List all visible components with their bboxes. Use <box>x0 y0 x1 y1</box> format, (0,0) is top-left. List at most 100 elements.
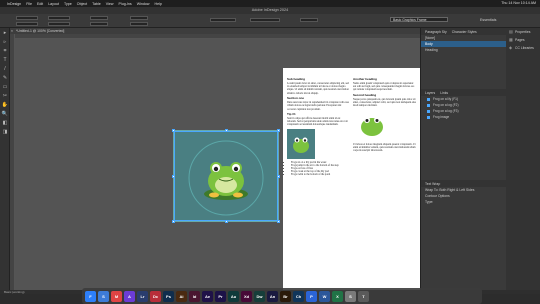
pages-panel-button[interactable]: ▦ Pages <box>506 36 540 44</box>
document-page[interactable]: Sub heading Lorem ipsum dolor sit amet, … <box>283 68 420 290</box>
resize-handle-bottom-right[interactable] <box>277 220 280 223</box>
dock-app-icon[interactable]: Ps <box>163 290 174 302</box>
layers-list: Frog on a lily (F1) Frog on a log (F2) Fro… <box>421 96 506 120</box>
subheading: Sub heading <box>287 77 305 81</box>
dock-app-icon[interactable]: Br <box>280 290 291 302</box>
tab-layers[interactable]: Layers <box>425 91 435 95</box>
layer-color-swatch <box>427 109 430 113</box>
menu-item-view[interactable]: View <box>106 2 114 6</box>
object-style-field[interactable]: Basic Graphics Frame <box>390 17 448 22</box>
contour-type-label[interactable]: Type: <box>421 199 506 205</box>
dock-app-icon[interactable]: S <box>345 290 356 302</box>
menu-item-help[interactable]: Help <box>154 2 161 6</box>
tool-icon-2[interactable]: ⌗ <box>0 46 10 55</box>
dock-app-icon[interactable]: A <box>124 290 135 302</box>
w-field[interactable] <box>48 16 70 20</box>
status-text: Basic (working) <box>4 290 25 294</box>
resize-handle-bottom-left[interactable] <box>172 220 175 223</box>
cc-libraries-panel-button[interactable]: ◈ CC Libraries <box>506 44 540 52</box>
inline-frog-figure-2 <box>353 109 416 141</box>
resize-handle-right[interactable] <box>277 175 280 178</box>
layer-label: Frog image <box>433 115 450 119</box>
dock-app-icon[interactable]: Lr <box>137 290 148 302</box>
y-field[interactable] <box>16 22 38 26</box>
layer-color-swatch <box>427 97 430 101</box>
text-wrap-title[interactable]: Text Wrap <box>425 182 440 186</box>
resize-handle-bottom[interactable] <box>225 220 228 223</box>
bullet-list: Frogs sit on a lily pad in the waterFrog… <box>287 161 349 177</box>
tool-icon-5[interactable]: ✎ <box>0 73 10 82</box>
tool-icon-9[interactable]: 🔍 <box>0 109 10 118</box>
tab-character-styles[interactable]: Character Styles <box>452 30 477 34</box>
dock-app-icon[interactable]: M <box>111 290 122 302</box>
menu-item-plugins[interactable]: Plug-Ins <box>119 2 132 6</box>
heading: Another heading <box>353 77 377 81</box>
dock-app-icon[interactable]: W <box>319 290 330 302</box>
tool-icon-7[interactable]: ✂ <box>0 91 10 100</box>
properties-icon: ▤ <box>509 29 513 34</box>
dock-app-icon[interactable]: F <box>85 290 96 302</box>
rotate-field[interactable] <box>130 16 148 20</box>
shear-field[interactable] <box>130 22 148 26</box>
dock-app-icon[interactable]: Dc <box>150 290 161 302</box>
selection-bounding-box <box>174 131 278 221</box>
frog-image[interactable] <box>353 109 391 140</box>
menu-item-file[interactable]: File <box>26 2 32 6</box>
resize-handle-top-right[interactable] <box>277 129 280 132</box>
menu-item-layout[interactable]: Layout <box>48 2 59 6</box>
resize-handle-top[interactable] <box>225 129 228 132</box>
frog-artwork[interactable] <box>172 129 280 223</box>
stroke-weight-field[interactable] <box>210 18 236 22</box>
tools-panel: ▸ ▹ ⌗ T / ✎ ▭ ✂ ✋ 🔍 ◧ ◨ <box>0 28 10 290</box>
scale-y-field[interactable] <box>90 22 108 26</box>
stroke-type-field[interactable] <box>250 18 280 22</box>
text-column-left[interactable]: Sub heading Lorem ipsum dolor sit amet, … <box>287 76 349 177</box>
dock-app-icon[interactable]: Ae <box>202 290 213 302</box>
tool-icon-4[interactable]: / <box>0 64 10 73</box>
dock-app-icon[interactable]: S <box>98 290 109 302</box>
dock-app-icon[interactable]: P <box>306 290 317 302</box>
properties-label: Properties <box>515 30 531 34</box>
dock-app-icon[interactable]: An <box>267 290 278 302</box>
tool-icon-3[interactable]: T <box>0 55 10 64</box>
x-field[interactable] <box>16 16 38 20</box>
text-column-right[interactable]: Another heading Nemo enim ipsam voluptat… <box>353 76 416 153</box>
inline-frog-figure <box>287 128 349 159</box>
menu-item-type[interactable]: Type <box>64 2 72 6</box>
resize-handle-top-left[interactable] <box>172 129 175 132</box>
workspace-switcher[interactable]: Essentials <box>480 18 496 22</box>
dock-app-icon[interactable]: Dw <box>254 290 265 302</box>
tab-links[interactable]: Links <box>440 91 448 95</box>
layers-panel-tabs: Layers Links <box>421 89 506 96</box>
right-panel-dock: Paragraph Sty Character Styles [None] Bo… <box>420 28 506 290</box>
menu-item-table[interactable]: Table <box>92 2 101 6</box>
scale-x-field[interactable] <box>90 16 108 20</box>
dock-app-icon[interactable]: T <box>358 290 369 302</box>
dock-app-icon[interactable]: Au <box>228 290 239 302</box>
resize-handle-left[interactable] <box>172 175 175 178</box>
menu-item-object[interactable]: Object <box>77 2 87 6</box>
tool-icon-8[interactable]: ✋ <box>0 100 10 109</box>
collapsed-panel-strip: ▤ Properties ▦ Pages ◈ CC Libraries <box>506 28 540 290</box>
pages-label: Pages <box>515 38 525 42</box>
dock-app-icon[interactable]: Pr <box>215 290 226 302</box>
dock-app-icon[interactable]: Ai <box>176 290 187 302</box>
dock-app-icon[interactable]: Ch <box>293 290 304 302</box>
tool-icon-1[interactable]: ▹ <box>0 37 10 46</box>
tool-icon-10[interactable]: ◧ <box>0 118 10 127</box>
list-item: Frogs swim to the bottom of the pond <box>291 173 349 176</box>
frog-image[interactable] <box>287 128 315 159</box>
menu-item-edit[interactable]: Edit <box>37 2 43 6</box>
h-field[interactable] <box>48 22 70 26</box>
opacity-field[interactable] <box>300 18 318 22</box>
tool-icon-11[interactable]: ◨ <box>0 127 10 136</box>
menu-item-window[interactable]: Window <box>137 2 150 6</box>
tab-paragraph-styles[interactable]: Paragraph Sty <box>425 30 447 34</box>
dock-app-icon[interactable]: Id <box>189 290 200 302</box>
tool-icon-0[interactable]: ▸ <box>0 28 10 37</box>
properties-panel-button[interactable]: ▤ Properties <box>506 28 540 36</box>
tool-icon-6[interactable]: ▭ <box>0 82 10 91</box>
dock-app-icon[interactable]: Xd <box>241 290 252 302</box>
dock-app-icon[interactable]: X <box>332 290 343 302</box>
menu-item-indesign[interactable]: InDesign <box>7 2 21 6</box>
